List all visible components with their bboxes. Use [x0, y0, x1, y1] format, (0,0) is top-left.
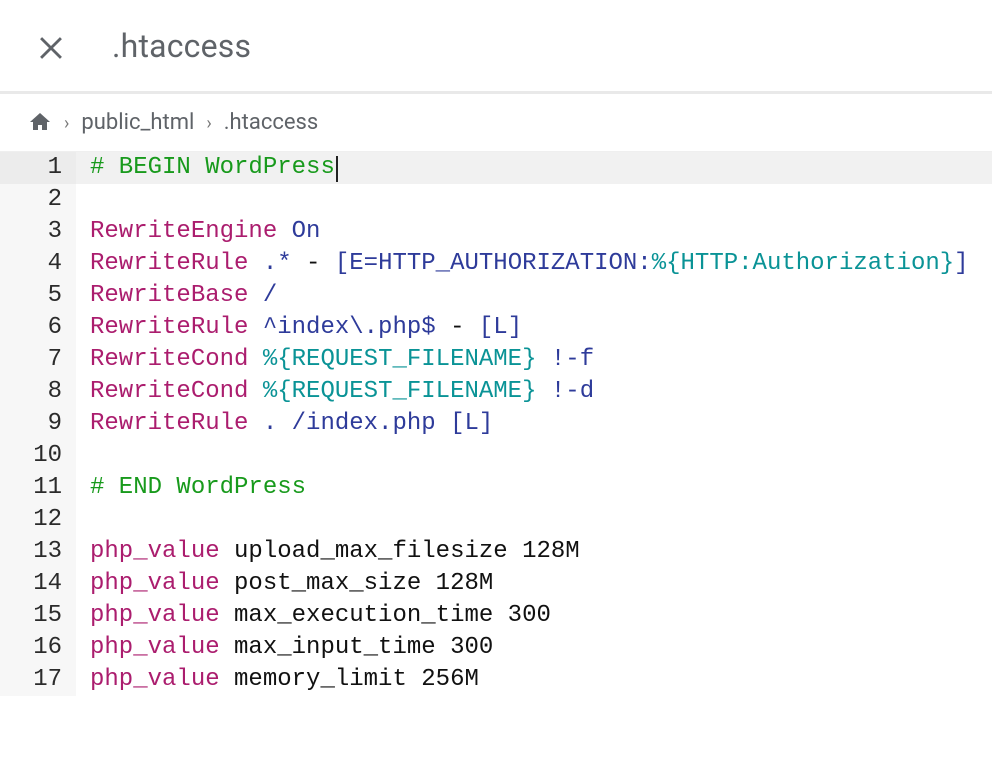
line-number: 2 [0, 184, 76, 216]
text-cursor [336, 156, 338, 182]
line-number: 1 [0, 152, 76, 184]
line-number: 12 [0, 504, 76, 536]
code-token: ] [954, 250, 968, 277]
code-token: RewriteCond [90, 346, 248, 373]
code-content[interactable]: php_value upload_max_filesize 128M [76, 536, 992, 568]
code-token: php_value [90, 602, 220, 629]
line-number: 4 [0, 248, 76, 280]
code-token: ^index\.php$ [248, 314, 450, 341]
code-token: [E=HTTP_AUTHORIZATION: [335, 250, 652, 277]
code-content[interactable]: RewriteRule . /index.php [L] [76, 408, 992, 440]
code-token: %{HTTP:Authorization} [652, 250, 954, 277]
line-number: 13 [0, 536, 76, 568]
code-content[interactable]: php_value memory_limit 256M [76, 664, 992, 696]
code-line[interactable]: 3RewriteEngine On [0, 216, 992, 248]
code-content[interactable]: # BEGIN WordPress [76, 152, 992, 184]
code-line[interactable]: 11 # END WordPress [0, 472, 992, 504]
code-token: max_execution_time 300 [220, 602, 551, 629]
code-line[interactable]: 12 [0, 504, 992, 536]
breadcrumb: › public_html › .htaccess [0, 94, 992, 152]
breadcrumb-item[interactable]: .htaccess [224, 110, 319, 135]
code-token: max_input_time 300 [220, 634, 494, 661]
code-token: RewriteRule [90, 410, 248, 437]
code-content[interactable]: php_value max_input_time 300 [76, 632, 992, 664]
code-line[interactable]: 5RewriteBase / [0, 280, 992, 312]
code-token: RewriteBase [90, 282, 248, 309]
close-icon[interactable] [34, 29, 68, 63]
line-number: 15 [0, 600, 76, 632]
code-token: upload_max_filesize 128M [220, 538, 580, 565]
code-token: [L] [479, 314, 522, 341]
code-content[interactable]: RewriteRule .* - [E=HTTP_AUTHORIZATION:%… [76, 248, 992, 280]
code-token: post_max_size 128M [220, 570, 494, 597]
chevron-right-icon: › [206, 113, 211, 134]
code-token: !-f [537, 346, 595, 373]
code-line[interactable]: 4RewriteRule .* - [E=HTTP_AUTHORIZATION:… [0, 248, 992, 280]
line-number: 11 [0, 472, 76, 504]
code-token: php_value [90, 634, 220, 661]
breadcrumb-item[interactable]: public_html [81, 110, 194, 135]
code-content[interactable]: php_value post_max_size 128M [76, 568, 992, 600]
line-number: 10 [0, 440, 76, 472]
code-token: php_value [90, 570, 220, 597]
code-line[interactable]: 1 # BEGIN WordPress [0, 152, 992, 184]
code-line[interactable]: 17php_value memory_limit 256M [0, 664, 992, 696]
line-number: 8 [0, 376, 76, 408]
filename-title: .htaccess [112, 27, 251, 65]
home-icon[interactable] [28, 111, 52, 135]
code-token: . /index.php [L] [248, 410, 493, 437]
line-number: 16 [0, 632, 76, 664]
code-token: On [277, 218, 320, 245]
line-number: 17 [0, 664, 76, 696]
code-line[interactable]: 13php_value upload_max_filesize 128M [0, 536, 992, 568]
code-token: memory_limit 256M [220, 666, 479, 693]
code-content[interactable]: # END WordPress [76, 472, 992, 504]
code-line[interactable]: 15php_value max_execution_time 300 [0, 600, 992, 632]
line-number: 3 [0, 216, 76, 248]
code-token: php_value [90, 666, 220, 693]
code-editor[interactable]: 1# BEGIN WordPress23RewriteEngine On4Rew… [0, 152, 992, 696]
code-line[interactable]: 7RewriteCond %{REQUEST_FILENAME} !-f [0, 344, 992, 376]
line-number: 6 [0, 312, 76, 344]
line-number: 9 [0, 408, 76, 440]
code-content[interactable]: php_value max_execution_time 300 [76, 600, 992, 632]
code-content[interactable]: RewriteRule ^index\.php$ - [L] [76, 312, 992, 344]
code-token: RewriteRule [90, 314, 248, 341]
code-token: / [248, 282, 277, 309]
code-token: %{REQUEST_FILENAME} [263, 346, 537, 373]
code-token: - [306, 250, 335, 277]
chevron-right-icon: › [64, 113, 69, 134]
line-number: 5 [0, 280, 76, 312]
code-line[interactable]: 16php_value max_input_time 300 [0, 632, 992, 664]
code-content[interactable]: RewriteCond %{REQUEST_FILENAME} !-d [76, 376, 992, 408]
code-token: - [450, 314, 479, 341]
code-line[interactable]: 2 [0, 184, 992, 216]
code-line[interactable]: 14php_value post_max_size 128M [0, 568, 992, 600]
code-line[interactable]: 9RewriteRule . /index.php [L] [0, 408, 992, 440]
code-token: %{REQUEST_FILENAME} [263, 378, 537, 405]
code-line[interactable]: 6RewriteRule ^index\.php$ - [L] [0, 312, 992, 344]
code-token: RewriteEngine [90, 218, 277, 245]
code-token: # END WordPress [90, 474, 306, 501]
code-token: RewriteRule [90, 250, 248, 277]
code-token: # BEGIN WordPress [90, 154, 335, 181]
line-number: 14 [0, 568, 76, 600]
code-token: RewriteCond [90, 378, 248, 405]
code-content[interactable]: RewriteEngine On [76, 216, 992, 248]
code-token: !-d [537, 378, 595, 405]
code-token [248, 378, 262, 405]
code-content[interactable]: RewriteBase / [76, 280, 992, 312]
editor-header: .htaccess [0, 0, 992, 94]
code-token: .* [248, 250, 306, 277]
line-number: 7 [0, 344, 76, 376]
code-token: php_value [90, 538, 220, 565]
code-content[interactable]: RewriteCond %{REQUEST_FILENAME} !-f [76, 344, 992, 376]
code-token [248, 346, 262, 373]
code-line[interactable]: 10 [0, 440, 992, 472]
code-line[interactable]: 8RewriteCond %{REQUEST_FILENAME} !-d [0, 376, 992, 408]
